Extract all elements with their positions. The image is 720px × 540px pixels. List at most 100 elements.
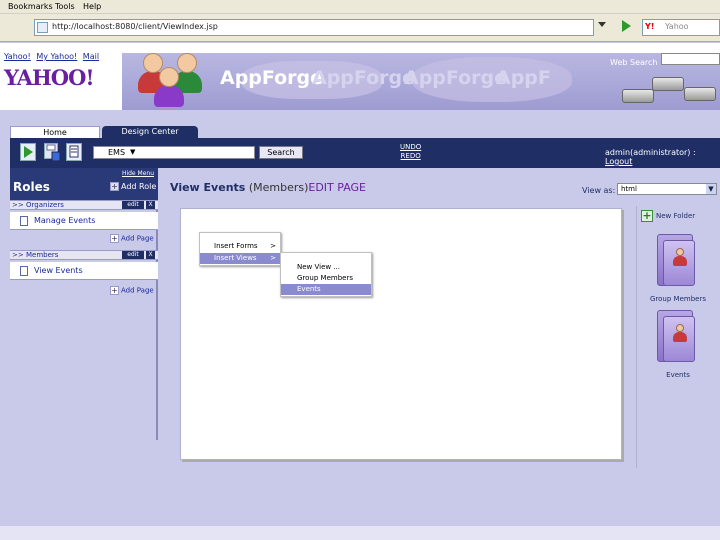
new-folder-label: New Folder — [656, 212, 696, 220]
person-icon — [673, 324, 687, 342]
browser-search-input[interactable]: Y! Yahoo — [642, 19, 720, 36]
people-group-icon — [134, 51, 206, 109]
menu-help[interactable]: Help — [83, 2, 101, 11]
menu-bookmarks[interactable]: Bookmarks — [8, 2, 53, 11]
app-brand: AppForge — [220, 67, 324, 89]
person-body — [673, 332, 687, 342]
plus-icon: + — [110, 286, 119, 295]
mail-link[interactable]: Mail — [83, 52, 99, 61]
page-title-role: (Members) — [245, 181, 309, 194]
page-label: View Events — [34, 266, 83, 275]
user-name: admin(administrator) : — [605, 148, 696, 157]
folder-label-group-members[interactable]: Group Members — [637, 295, 719, 303]
folder-label-events[interactable]: Events — [637, 371, 719, 379]
context-menu: Insert Forms > Insert Views > — [199, 232, 281, 266]
web-search-input[interactable] — [661, 53, 720, 65]
edit-role-button[interactable]: edit — [122, 251, 144, 259]
page-icon — [20, 216, 28, 226]
plus-icon: + — [641, 209, 653, 222]
toolbar: EMS ▼ Search UNDO REDO admin(administrat… — [10, 138, 720, 168]
page-icon — [37, 22, 48, 33]
play-icon[interactable] — [20, 143, 36, 161]
undo-link[interactable]: UNDO — [400, 143, 421, 152]
plus-icon: + — [110, 182, 119, 191]
folder-icon[interactable] — [657, 234, 699, 288]
go-arrow-icon[interactable] — [622, 20, 631, 32]
add-page-button[interactable]: + Add Page — [110, 286, 154, 295]
delete-role-button[interactable]: X — [146, 201, 155, 209]
insert-views-submenu: New View ... Group Members Events — [280, 252, 372, 297]
header-banner: Yahoo! My Yahoo! Mail YAHOO! AppForge Ap… — [0, 43, 720, 110]
chevron-down-icon: ▼ — [706, 184, 716, 194]
application-select-value: EMS — [108, 148, 126, 157]
browser-address-bar: http://localhost:8080/client/ViewIndex.j… — [0, 14, 720, 42]
page-item-view-events[interactable]: View Events — [10, 262, 158, 280]
person-head — [159, 67, 179, 87]
role-bar-members[interactable]: >> Members edit X — [10, 250, 158, 260]
application-select[interactable]: EMS ▼ — [93, 146, 255, 159]
person-icon — [673, 248, 687, 266]
url-text: http://localhost:8080/client/ViewIndex.j… — [52, 22, 218, 31]
roles-panel: Hide Menu Roles + Add Role >> Organizers … — [10, 168, 158, 440]
url-dropdown-icon[interactable] — [598, 22, 606, 27]
menu-item-label: Insert Views — [214, 254, 257, 262]
brand-watermark: AppF — [496, 67, 551, 89]
page-title-name: View Events — [170, 181, 246, 194]
page-label: Manage Events — [34, 216, 96, 225]
edit-role-button[interactable]: edit — [122, 201, 144, 209]
view-as-select[interactable]: html ▼ — [617, 183, 717, 195]
search-button[interactable]: Search — [259, 146, 303, 159]
redo-link[interactable]: REDO — [400, 152, 421, 161]
brand-watermark: AppForge — [312, 67, 416, 89]
add-page-label: Add Page — [121, 234, 154, 243]
logout-link[interactable]: Logout — [605, 157, 632, 166]
menu-item-new-view[interactable]: New View ... — [281, 262, 371, 273]
person-body — [673, 256, 687, 266]
expand-arrows-icon: >> — [12, 201, 24, 209]
database-cylinder — [684, 87, 716, 101]
person-head — [676, 248, 684, 256]
hide-menu-link[interactable]: Hide Menu — [122, 170, 154, 177]
database-cylinder — [652, 77, 684, 91]
person-body — [154, 85, 184, 107]
role-name: Organizers — [26, 201, 64, 209]
tab-home[interactable]: Home — [10, 126, 100, 138]
folder-icon[interactable] — [657, 310, 699, 364]
menu-item-insert-forms[interactable]: Insert Forms > — [200, 241, 280, 252]
add-page-button[interactable]: + Add Page — [110, 234, 154, 243]
roles-header: Hide Menu Roles + Add Role — [10, 168, 158, 200]
yahoo-search-icon: Y! — [645, 22, 655, 31]
yahoo-link[interactable]: Yahoo! — [4, 52, 31, 61]
view-as-value: html — [621, 185, 637, 193]
save-icon[interactable] — [44, 143, 60, 161]
views-palette: + New Folder Group Members Events — [636, 206, 718, 468]
plus-icon: + — [110, 234, 119, 243]
page-item-manage-events[interactable]: Manage Events — [10, 212, 158, 230]
tab-design-center[interactable]: Design Center — [102, 126, 198, 138]
menu-item-group-members[interactable]: Group Members — [281, 273, 371, 284]
menu-item-insert-views[interactable]: Insert Views > — [200, 253, 280, 264]
yahoo-links: Yahoo! My Yahoo! Mail — [4, 52, 102, 61]
user-info: admin(administrator) : Logout — [605, 148, 720, 166]
role-bar-organizers[interactable]: >> Organizers edit X — [10, 200, 158, 210]
add-role-label: Add Role — [121, 182, 157, 191]
status-bar — [0, 526, 720, 540]
undo-redo-group: UNDO REDO — [400, 143, 421, 161]
menu-item-events[interactable]: Events — [281, 284, 371, 295]
web-search-label: Web Search — [610, 58, 658, 67]
expand-arrows-icon: >> — [12, 251, 24, 259]
delete-role-button[interactable]: X — [146, 251, 155, 259]
role-name: Members — [26, 251, 59, 259]
url-input[interactable]: http://localhost:8080/client/ViewIndex.j… — [34, 19, 594, 36]
yahoo-logo[interactable]: YAHOO! — [4, 65, 95, 90]
page-title: View Events (Members)EDIT PAGE — [170, 181, 366, 194]
roles-title: Roles — [13, 180, 50, 194]
menu-item-label: Insert Forms — [214, 242, 258, 250]
my-yahoo-link[interactable]: My Yahoo! — [36, 52, 77, 61]
add-role-button[interactable]: + Add Role — [110, 182, 156, 191]
new-folder-button[interactable]: + New Folder — [641, 210, 695, 222]
menu-tools[interactable]: Tools — [55, 2, 75, 11]
tab-strip: Home Design Center — [0, 110, 720, 138]
document-icon[interactable] — [66, 143, 82, 161]
view-as-label: View as: — [582, 186, 616, 195]
